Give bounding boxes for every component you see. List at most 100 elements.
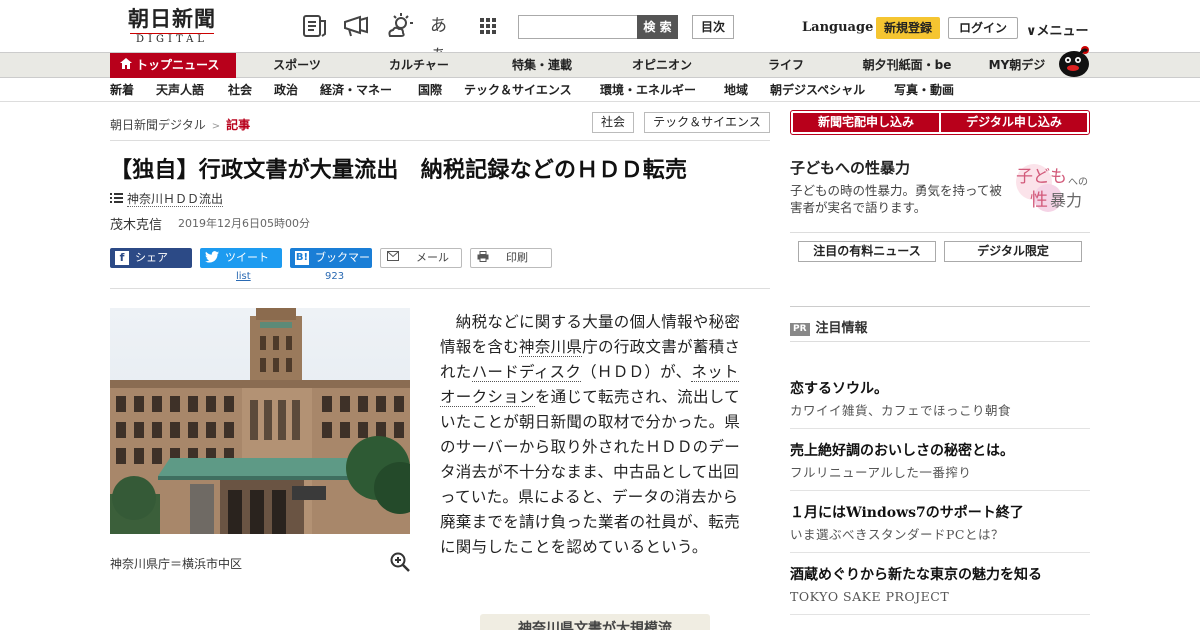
link-hard-disk[interactable]: ハードディスク xyxy=(471,363,582,382)
nav-item-life[interactable]: ライフ xyxy=(746,53,826,78)
search-input[interactable] xyxy=(518,15,637,39)
facebook-share-label: シェア xyxy=(135,251,168,264)
subnav-region[interactable]: 地域 xyxy=(724,78,748,102)
mascot-icon[interactable] xyxy=(1056,42,1092,78)
nav-top-news[interactable]: トップニュース xyxy=(110,53,236,78)
author-name: 茂木克信 xyxy=(110,218,163,233)
breadcrumb-home[interactable]: 朝日新聞デジタル xyxy=(110,118,206,132)
tag-society[interactable]: 社会 xyxy=(592,112,634,133)
menu-button[interactable]: ∨メニュー xyxy=(1026,20,1089,39)
print-button[interactable]: 印刷 xyxy=(470,248,552,268)
print-label: 印刷 xyxy=(506,251,528,264)
nav-secondary: 新着 天声人語 社会 政治 経済・マネー 国際 テック＆サイエンス 環境・エネル… xyxy=(0,78,1200,102)
related-article-box[interactable]: 神奈川県文書が大規模流 xyxy=(480,614,710,630)
nav-item-my-asadigi[interactable]: MY朝デジ xyxy=(980,53,1054,78)
subnav-tenseijingo[interactable]: 天声人語 xyxy=(156,78,204,102)
nav-item-features[interactable]: 特集・連載 xyxy=(494,53,590,78)
hatena-icon: B! xyxy=(295,251,309,265)
mail-icon xyxy=(386,251,400,265)
subnav-tech-science[interactable]: テック＆サイエンス xyxy=(464,78,572,102)
login-button[interactable]: ログイン xyxy=(948,17,1018,39)
subnav-economy[interactable]: 経済・マネー xyxy=(320,78,392,102)
promo-title[interactable]: 子どもへの性暴力 xyxy=(790,157,910,178)
svg-text:性: 性 xyxy=(1030,190,1048,211)
site-logo[interactable]: 朝日新聞 DIGITAL xyxy=(114,7,230,47)
hatena-count[interactable]: 923 xyxy=(325,271,344,282)
divider xyxy=(790,552,1090,553)
svg-text:暴力: 暴力 xyxy=(1050,191,1082,210)
search-button[interactable]: 検 索 xyxy=(637,15,678,39)
subnav-international[interactable]: 国際 xyxy=(418,78,442,102)
nav-item-newspaper[interactable]: 朝夕刊紙面・be xyxy=(852,53,962,78)
twitter-icon xyxy=(205,251,219,265)
divider xyxy=(790,341,1090,342)
pr-item[interactable]: 売上絶好調のおいしさの秘密とは。 フルリニューアルした一番搾り xyxy=(790,442,1090,481)
pr-item[interactable]: １月にはWindows7のサポート終了 いま選ぶべきスタンダードPCとは？ xyxy=(790,504,1090,543)
pr-item[interactable]: 酒蔵めぐりから新たな東京の魅力を知る TOKYO SAKE PROJECT xyxy=(790,566,1090,605)
digital-only-button[interactable]: デジタル限定 xyxy=(944,241,1082,262)
hatena-bookmark-button[interactable]: B! ブックマーク xyxy=(290,248,372,284)
facebook-share-button[interactable]: f シェア xyxy=(110,248,192,268)
subnav-new[interactable]: 新着 xyxy=(110,78,134,102)
pr-heading-label: 注目情報 xyxy=(815,321,868,336)
pr-item-subtitle: フルリニューアルした一番搾り xyxy=(790,465,972,480)
nav-item-culture[interactable]: カルチャー xyxy=(370,53,468,78)
series-link[interactable]: 神奈川ＨＤＤ流出 xyxy=(110,190,224,207)
register-button[interactable]: 新規登録 xyxy=(876,17,940,39)
tag-tech-science[interactable]: テック＆サイエンス xyxy=(644,112,770,133)
article-body: 納税などに関する大量の個人情報や秘密情報を含む神奈川県庁の行政文書が蓄積されたハ… xyxy=(440,310,750,560)
pr-heading: PR 注目情報 xyxy=(790,317,868,336)
twitter-count[interactable]: list xyxy=(236,271,251,282)
pr-item-title: 酒蔵めぐりから新たな東京の魅力を知る xyxy=(790,567,1042,583)
home-icon xyxy=(120,53,132,78)
pr-item-subtitle: TOKYO SAKE PROJECT xyxy=(790,589,950,604)
subnav-society[interactable]: 社会 xyxy=(228,78,252,102)
nav-item-opinion[interactable]: オピニオン xyxy=(616,53,708,78)
subscribe-box: 新聞宅配申し込み デジタル申し込み xyxy=(790,110,1090,135)
article-photo[interactable] xyxy=(110,308,410,534)
weather-icon[interactable] xyxy=(386,12,414,40)
publish-date: 2019年12月6日05時00分 xyxy=(178,217,310,230)
zoom-in-icon[interactable] xyxy=(390,552,410,572)
subnav-special[interactable]: 朝デジスペシャル xyxy=(770,78,865,102)
promo-description: 子どもの時の性暴力。勇気を持って被害者が実名で語ります。 xyxy=(790,183,1002,215)
article-title: 【独自】行政文書が大量流出 納税記録などのＨＤＤ転売 xyxy=(110,158,688,183)
pr-item-title: 恋するソウル。 xyxy=(790,381,888,397)
svg-text:子ども: 子ども xyxy=(1016,167,1067,187)
twitter-share-button[interactable]: ツイート xyxy=(200,248,282,268)
twitter-share-label: ツイート xyxy=(225,251,269,264)
nav-primary: トップニュース スポーツ カルチャー 特集・連載 オピニオン ライフ 朝夕刊紙面… xyxy=(0,52,1200,78)
link-kanagawa[interactable]: 神奈川県 xyxy=(519,338,583,357)
nav-item-sports[interactable]: スポーツ xyxy=(256,53,338,78)
toc-button[interactable]: 目次 xyxy=(692,15,734,39)
font-size-icon[interactable]: あぁ xyxy=(430,12,458,64)
language-link[interactable]: Language xyxy=(802,20,873,35)
logo-en-text: DIGITAL xyxy=(130,33,214,46)
body-text: （ＨＤＤ）が、 xyxy=(581,363,692,381)
pr-item-title: １月にはWindows7のサポート終了 xyxy=(790,505,1024,521)
series-label: 神奈川ＨＤＤ流出 xyxy=(127,192,224,207)
divider xyxy=(790,428,1090,429)
svg-text:への: への xyxy=(1068,177,1088,188)
subnav-politics[interactable]: 政治 xyxy=(274,78,298,102)
breadcrumb: 朝日新聞デジタル > 記事 xyxy=(110,116,250,133)
newspaper-icon[interactable] xyxy=(300,12,328,40)
promo-logo[interactable]: 子ども への 性 暴力 xyxy=(1012,160,1092,218)
subnav-photo-video[interactable]: 写真・動画 xyxy=(894,78,954,102)
divider xyxy=(790,232,1090,233)
list-icon xyxy=(110,192,123,206)
subscribe-paper-button[interactable]: 新聞宅配申し込み xyxy=(793,113,939,132)
subnav-environment[interactable]: 環境・エネルギー xyxy=(600,78,696,102)
pr-item-subtitle: カワイイ雑貨、カフェでほっこり朝食 xyxy=(790,403,1012,418)
subscribe-digital-button[interactable]: デジタル申し込み xyxy=(941,113,1087,132)
megaphone-icon[interactable] xyxy=(342,12,370,40)
breadcrumb-separator: > xyxy=(211,121,221,132)
breadcrumb-current: 記事 xyxy=(226,118,251,132)
apps-grid-icon[interactable] xyxy=(474,12,502,40)
mail-share-button[interactable]: メール xyxy=(380,248,462,268)
facebook-icon: f xyxy=(115,251,129,265)
pr-badge: PR xyxy=(790,323,810,336)
paid-news-button[interactable]: 注目の有料ニュース xyxy=(798,241,936,262)
pr-item-subtitle: いま選ぶべきスタンダードPCとは？ xyxy=(790,527,1004,542)
pr-item[interactable]: 恋するソウル。 カワイイ雑貨、カフェでほっこり朝食 xyxy=(790,380,1090,419)
